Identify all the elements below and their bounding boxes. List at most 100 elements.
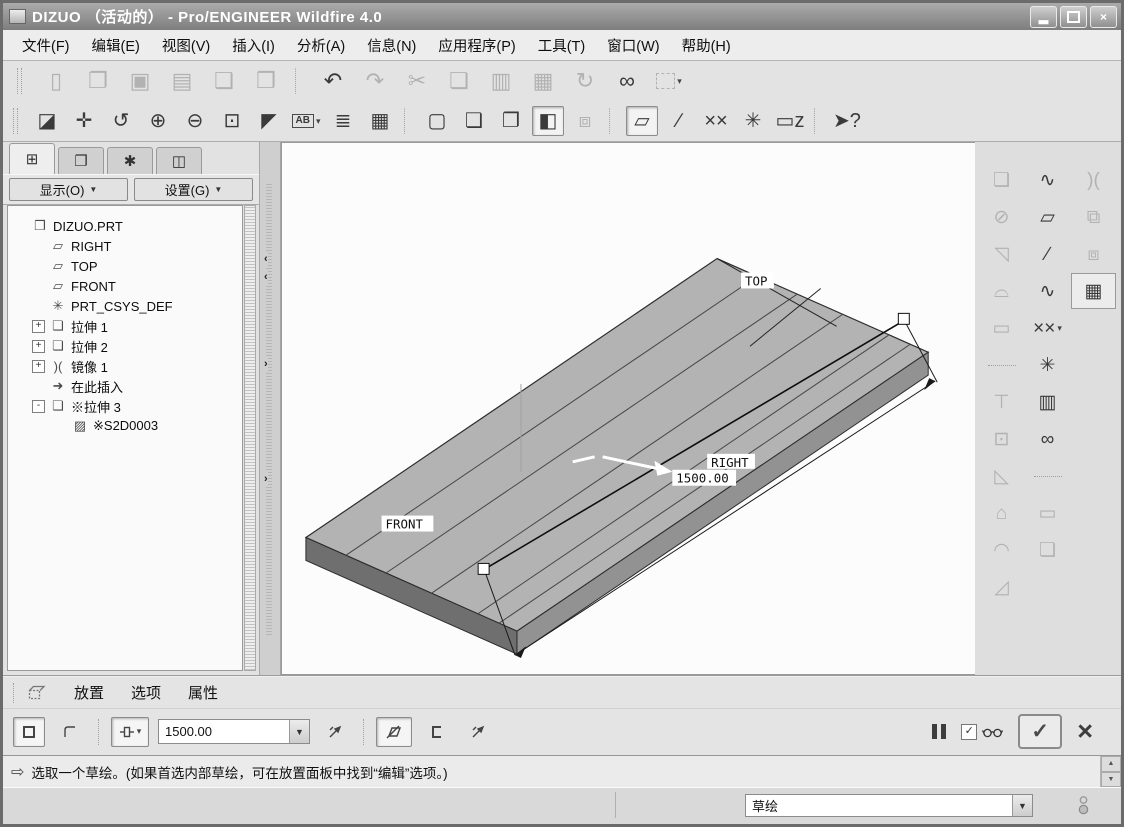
preview-glasses-icon[interactable]	[982, 725, 1004, 738]
tree-item-extrude-3[interactable]: - ❏ ※拉伸 3	[8, 396, 242, 416]
menu-help[interactable]: 帮助(H)	[671, 31, 742, 60]
model-tree-toggle-icon[interactable]: ⧈	[569, 106, 601, 136]
save-copy-icon[interactable]: ❑	[208, 66, 240, 96]
csys-icon[interactable]: ✳	[1025, 347, 1070, 383]
note-stack-icon[interactable]: ❏	[1025, 532, 1070, 568]
datum-axes-toggle-icon[interactable]: ∕	[663, 106, 695, 136]
merge-icon[interactable]: )(	[1071, 162, 1116, 198]
measure-icon[interactable]: ▥	[1025, 384, 1070, 420]
menu-applications[interactable]: 应用程序(P)	[427, 31, 526, 60]
tree-item-front[interactable]: ▱ FRONT	[8, 276, 242, 296]
paste-icon[interactable]: ▥	[485, 66, 517, 96]
tree-expander[interactable]: +	[32, 339, 45, 353]
scroll-up-icon[interactable]: ▲	[1101, 756, 1121, 772]
flip-material-side-button[interactable]	[462, 717, 494, 747]
menu-analysis[interactable]: 分析(A)	[286, 31, 356, 60]
menu-view[interactable]: 视图(V)	[151, 31, 221, 60]
tree-item-extrude-2[interactable]: + ❏ 拉伸 2	[8, 336, 242, 356]
connections-tab[interactable]: ◫	[156, 147, 202, 174]
tab-options[interactable]: 选项	[131, 682, 161, 703]
fill-icon[interactable]: ▭	[979, 310, 1024, 346]
note-icon[interactable]: ▭	[1025, 495, 1070, 531]
boundary-blend-icon[interactable]: ⌓	[979, 273, 1024, 309]
tree-expander[interactable]: +	[32, 359, 45, 373]
flip-direction-button[interactable]	[319, 717, 351, 747]
tree-item-mirror-1[interactable]: + )( 镜像 1	[8, 356, 242, 376]
zoom-out-icon[interactable]: ⊖	[179, 106, 211, 136]
spin-center-icon[interactable]: ✛	[68, 106, 100, 136]
tree-item-sketch[interactable]: ▨ ※S2D0003	[8, 416, 242, 436]
shell-icon[interactable]: ⌂	[979, 495, 1024, 531]
navigator-scrollbar[interactable]	[244, 205, 256, 671]
pattern-icon[interactable]: ▦	[1071, 273, 1116, 309]
remove-material-button[interactable]	[376, 716, 412, 747]
depth-value[interactable]: 1500.00	[159, 720, 289, 743]
tree-item-part[interactable]: ❒ DIZUO.PRT	[8, 216, 242, 236]
orient-mode-icon[interactable]: ↺	[105, 106, 137, 136]
menu-info[interactable]: 信息(N)	[356, 31, 427, 60]
open-file-icon[interactable]: ❐	[82, 66, 114, 96]
solid-button[interactable]	[13, 716, 45, 747]
selection-filter-combo[interactable]: 草绘 ▼	[745, 794, 1033, 817]
panel-splitter[interactable]: ‹ ‹ › ›	[260, 142, 281, 675]
sketch-handle[interactable]	[897, 312, 910, 325]
depth-value-combo[interactable]: 1500.00 ▼	[158, 719, 310, 744]
regenerate-icon[interactable]: ↻	[569, 66, 601, 96]
refit-icon[interactable]: ⊡	[216, 106, 248, 136]
sweep-icon[interactable]: ◹	[979, 236, 1024, 272]
collapse-left-icon[interactable]: ‹	[264, 252, 268, 266]
rib-icon[interactable]: ◠	[979, 532, 1024, 568]
reorient-icon[interactable]: ◤	[253, 106, 285, 136]
selection-filter-value[interactable]: 草绘	[746, 795, 1012, 816]
menu-insert[interactable]: 插入(I)	[221, 31, 286, 60]
find-icon[interactable]: ∞	[611, 66, 643, 96]
expand-right-icon[interactable]: ›	[264, 472, 268, 486]
pause-button[interactable]	[932, 724, 947, 739]
hidden-line-icon[interactable]: ❏	[458, 106, 490, 136]
new-file-icon[interactable]: ▯	[40, 66, 72, 96]
model-canvas[interactable]: TOP FRONT RIGHT 1500.00	[282, 143, 975, 674]
folder-browser-tab[interactable]: ❐	[58, 147, 104, 174]
settings-dropdown-button[interactable]: 设置(G) ▼	[134, 178, 253, 201]
tab-placement[interactable]: 放置	[74, 682, 104, 703]
wireframe-icon[interactable]: ▢	[421, 106, 453, 136]
erase-icon[interactable]: ❒	[250, 66, 282, 96]
tree-item-top[interactable]: ▱ TOP	[8, 256, 242, 276]
paste-special-icon[interactable]: ▦	[527, 66, 559, 96]
expand-right-icon[interactable]: ›	[264, 357, 268, 371]
view-manager-icon[interactable]: ▦	[364, 106, 396, 136]
menu-edit[interactable]: 编辑(E)	[81, 31, 151, 60]
preview-checkbox[interactable]: ✓	[961, 723, 978, 740]
surface-button[interactable]	[54, 717, 86, 747]
context-help-icon[interactable]: ➤?	[831, 106, 863, 136]
tree-expander[interactable]: -	[32, 399, 45, 413]
style-icon[interactable]: ∿	[1025, 162, 1070, 198]
dimension-value[interactable]: 1500.00	[676, 471, 728, 486]
tree-item-right[interactable]: ▱ RIGHT	[8, 236, 242, 256]
graphics-viewport[interactable]: TOP FRONT RIGHT 1500.00	[281, 142, 975, 675]
menu-tools[interactable]: 工具(T)	[527, 31, 597, 60]
shaded-icon[interactable]: ◧	[532, 106, 564, 136]
datum-points-toggle-icon[interactable]: ××	[700, 106, 732, 136]
minimize-button[interactable]: ▂	[1030, 5, 1057, 28]
cut-icon[interactable]: ✂	[401, 66, 433, 96]
extrude-icon[interactable]: ❏	[979, 162, 1024, 198]
layers-icon[interactable]: ≣	[327, 106, 359, 136]
revolve-icon[interactable]: ⊘	[979, 199, 1024, 235]
undo-icon[interactable]: ↶	[317, 66, 349, 96]
no-hidden-icon[interactable]: ❐	[495, 106, 527, 136]
print-icon[interactable]: ▤	[166, 66, 198, 96]
tree-item-insert-here[interactable]: ➜ 在此插入	[8, 376, 242, 396]
chamfer-icon[interactable]: ◿	[979, 569, 1024, 605]
datum-axis-icon[interactable]: ∕	[1025, 236, 1070, 272]
select-box-icon[interactable]	[653, 66, 685, 96]
project-icon[interactable]: ⊤	[979, 384, 1024, 420]
datum-planes-toggle-icon[interactable]: ▱	[626, 106, 658, 136]
favorites-tab[interactable]: ✱	[107, 147, 153, 174]
saved-views-icon[interactable]: AB	[290, 106, 322, 136]
tree-item-csys[interactable]: ✳ PRT_CSYS_DEF	[8, 296, 242, 316]
depth-option-button[interactable]	[111, 716, 149, 747]
show-dropdown-button[interactable]: 显示(O) ▼	[9, 178, 128, 201]
redo-icon[interactable]: ↷	[359, 66, 391, 96]
chevron-down-icon[interactable]: ▼	[289, 720, 309, 743]
